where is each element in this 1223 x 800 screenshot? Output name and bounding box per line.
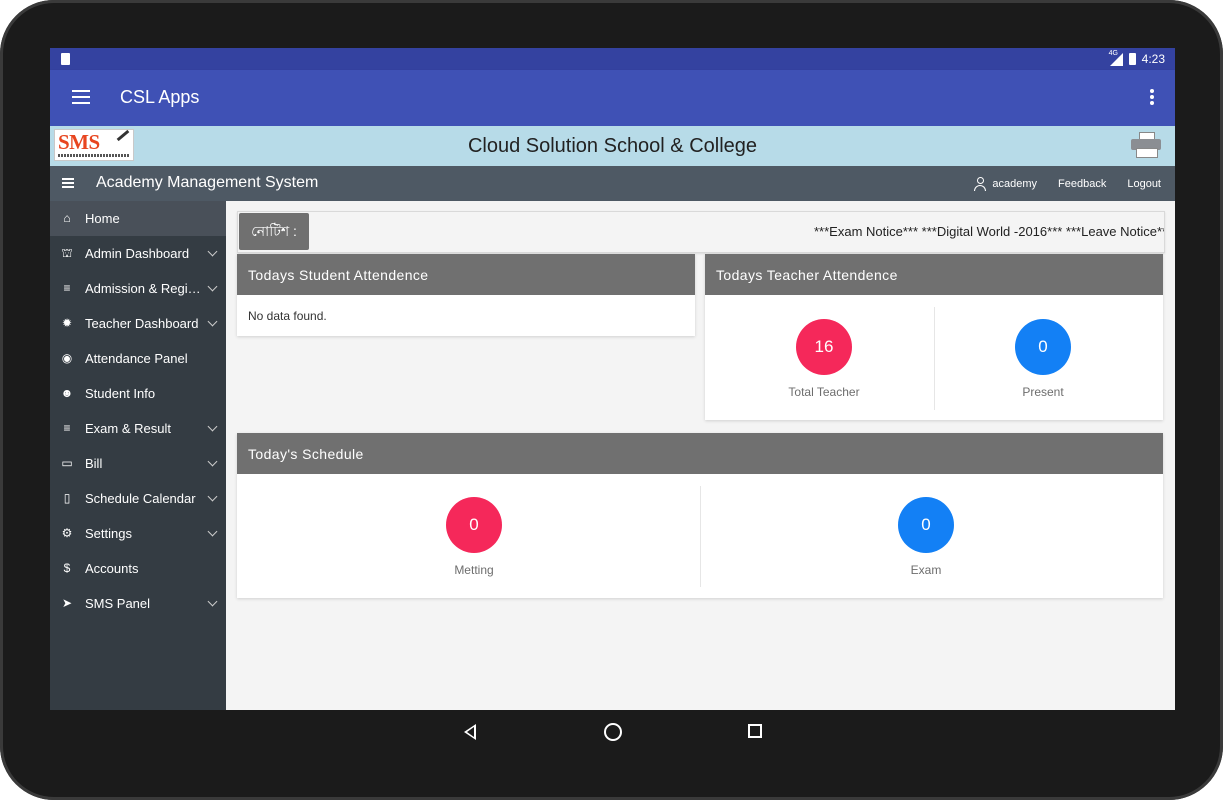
total-teacher-stat[interactable]: 16 Total Teacher: [764, 319, 884, 399]
sidebar-item-admin-dashboard[interactable]: ⛫ Admin Dashboard: [50, 236, 226, 271]
sidebar: ⌂ Home ⛫ Admin Dashboard ≡ Admission & R…: [50, 201, 226, 710]
stat-label: Total Teacher: [788, 385, 860, 399]
meeting-stat[interactable]: 0 Metting: [414, 497, 534, 577]
student-attendance-card: Todays Student Attendence No data found.: [237, 254, 695, 336]
printer-icon[interactable]: [1131, 132, 1161, 158]
signal-icon: 4G: [1108, 49, 1123, 66]
credit-card-icon: ▭: [61, 456, 73, 470]
card-title: Todays Teacher Attendence: [705, 254, 1163, 295]
list-icon: ≡: [63, 421, 71, 435]
divider: [934, 307, 935, 410]
network-type: 4G: [1108, 49, 1118, 57]
sim-card-icon: [61, 53, 70, 65]
chevron-down-icon: [207, 596, 218, 607]
android-nav-bar: [0, 710, 1223, 754]
home-icon: ⌂: [63, 211, 71, 225]
chevron-down-icon: [207, 526, 218, 537]
home-circle-icon[interactable]: [603, 722, 623, 742]
card-title: Todays Student Attendence: [237, 254, 695, 295]
present-stat[interactable]: 0 Present: [983, 319, 1103, 399]
sidebar-item-accounts[interactable]: $ Accounts: [50, 551, 226, 586]
teacher-attendance-card: Todays Teacher Attendence 16 Total Teach…: [705, 254, 1163, 420]
app-title: CSL Apps: [120, 87, 200, 107]
sidebar-item-admission-registration[interactable]: ≡ Admission & Registration: [50, 271, 226, 306]
back-icon[interactable]: [462, 722, 482, 742]
main-content: নোটিশ : ***Exam Notice*** ***Digital Wor…: [226, 201, 1175, 710]
stat-value: 0: [1015, 319, 1071, 375]
chevron-down-icon: [207, 456, 218, 467]
chevron-down-icon: [207, 281, 218, 292]
chevron-down-icon: [207, 491, 218, 502]
sidebar-item-teacher-dashboard[interactable]: ✹ Teacher Dashboard: [50, 306, 226, 341]
stat-value: 0: [898, 497, 954, 553]
stat-value: 16: [796, 319, 852, 375]
stat-value: 0: [446, 497, 502, 553]
notice-text[interactable]: ***Exam Notice*** ***Digital World -2016…: [814, 224, 1164, 239]
battery-icon: [1128, 53, 1136, 65]
empty-state: No data found.: [248, 309, 327, 323]
status-time: 4:23: [1141, 52, 1165, 66]
bank-icon: ⛫: [61, 246, 73, 260]
stat-label: Present: [1022, 385, 1064, 399]
paper-plane-icon: ➤: [61, 596, 73, 610]
sidebar-item-bill[interactable]: ▭ Bill: [50, 446, 226, 481]
screen: 4G 4:23 CSL Apps SMS Cloud Solution Scho…: [50, 48, 1175, 710]
user-name: academy: [992, 177, 1038, 190]
sidebar-item-student-info[interactable]: ☻ Student Info: [50, 376, 226, 411]
chevron-down-icon: [207, 421, 218, 432]
divider: [700, 486, 701, 587]
notice-ticker: নোটিশ : ***Exam Notice*** ***Digital Wor…: [237, 211, 1165, 253]
recents-icon[interactable]: [746, 722, 766, 742]
status-bar: 4G 4:23: [50, 48, 1175, 70]
sidebar-item-attendance-panel[interactable]: ◉ Attendance Panel: [50, 341, 226, 376]
logout-link[interactable]: Logout: [1127, 178, 1161, 190]
dollar-icon: $: [63, 561, 71, 575]
card-title: Today's Schedule: [237, 433, 1163, 474]
top-nav: Academy Management System academy Feedba…: [50, 166, 1175, 201]
sidebar-item-exam-result[interactable]: ≡ Exam & Result: [50, 411, 226, 446]
chevron-down-icon: [207, 246, 218, 257]
school-name: Cloud Solution School & College: [467, 135, 758, 157]
system-title: Academy Management System: [96, 174, 319, 191]
pinterest-icon: ◉: [61, 351, 73, 365]
file-icon: ▯: [63, 491, 71, 505]
gears-icon: ⚙: [61, 526, 73, 540]
sidebar-item-sms-panel[interactable]: ➤ SMS Panel: [50, 586, 226, 621]
gear-icon: ✹: [61, 316, 73, 330]
list-icon: ≡: [63, 281, 71, 295]
stat-label: Exam: [910, 563, 942, 577]
menu-icon[interactable]: [72, 90, 90, 104]
more-options-icon[interactable]: [1149, 88, 1155, 108]
feedback-link[interactable]: Feedback: [1058, 178, 1106, 190]
app-bar: CSL Apps: [50, 70, 1175, 126]
school-header: SMS Cloud Solution School & College: [50, 126, 1175, 166]
notice-label: নোটিশ :: [239, 213, 309, 250]
stat-label: Metting: [454, 563, 494, 577]
sidebar-item-schedule-calendar[interactable]: ▯ Schedule Calendar: [50, 481, 226, 516]
sidebar-toggle-icon[interactable]: [62, 178, 74, 188]
chevron-down-icon: [207, 316, 218, 327]
sidebar-item-home[interactable]: ⌂ Home: [50, 201, 226, 236]
schedule-card: Today's Schedule 0 Metting 0 Exam: [237, 433, 1163, 598]
user-icon: [974, 176, 987, 191]
sidebar-item-settings[interactable]: ⚙ Settings: [50, 516, 226, 551]
user-menu[interactable]: academy: [974, 176, 1038, 191]
users-icon: ☻: [60, 386, 74, 400]
exam-stat[interactable]: 0 Exam: [866, 497, 986, 577]
